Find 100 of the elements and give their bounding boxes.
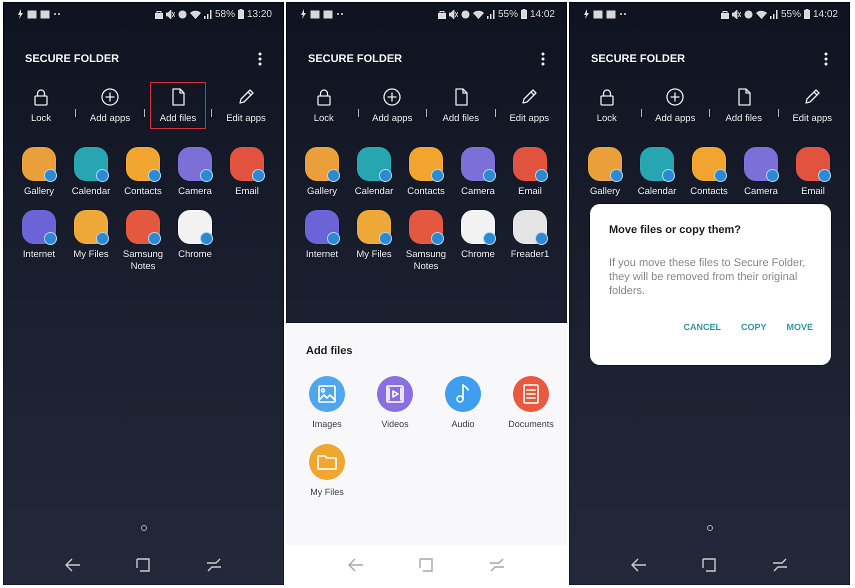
app-label: Contacts xyxy=(123,186,163,198)
charging-icon xyxy=(17,9,24,19)
clock-time: 14:02 xyxy=(812,8,838,20)
app-icon[interactable] xyxy=(178,210,212,244)
badge-icon xyxy=(44,232,57,245)
action-button[interactable]: Edit apps xyxy=(212,82,280,129)
app-icon[interactable] xyxy=(305,147,339,181)
app-icon[interactable] xyxy=(305,210,339,244)
app-icon[interactable] xyxy=(513,147,547,181)
app-icon[interactable] xyxy=(178,147,212,181)
app-label: Calendar xyxy=(636,186,678,198)
badge-icon xyxy=(148,232,161,245)
app-label: Calendar xyxy=(354,186,394,198)
action-button[interactable]: Lock xyxy=(290,82,358,129)
action-button[interactable]: Add files xyxy=(150,82,206,129)
clock-time: 13:20 xyxy=(246,8,272,20)
app-label: Gallery xyxy=(306,186,338,198)
badge-icon xyxy=(96,169,109,182)
file-type-label: Images xyxy=(312,419,342,429)
file-type-label: Documents xyxy=(508,419,554,429)
action-button[interactable]: Add files xyxy=(427,82,494,129)
action-button[interactable]: Lock xyxy=(7,82,75,129)
sheet-title: Add files xyxy=(305,344,354,357)
badge-icon xyxy=(327,232,340,245)
app-icon[interactable] xyxy=(74,210,108,244)
app-icon[interactable] xyxy=(126,147,160,181)
add-icon xyxy=(665,87,686,107)
badge-icon xyxy=(148,169,161,182)
back-icon[interactable] xyxy=(630,558,647,572)
app-icon[interactable] xyxy=(357,147,391,181)
recent-apps-icon[interactable] xyxy=(206,558,222,572)
app-label: Samsung Notes xyxy=(404,249,448,273)
mute-icon xyxy=(732,10,741,18)
app-label: Contacts xyxy=(406,186,446,198)
app-icon[interactable] xyxy=(22,147,56,181)
app-icon[interactable] xyxy=(744,147,778,181)
action-button[interactable]: Add apps xyxy=(358,82,426,129)
app-label: Internet xyxy=(22,249,56,261)
signal-icon xyxy=(204,10,212,18)
action-button[interactable]: Edit apps xyxy=(778,82,846,129)
app-icon[interactable] xyxy=(74,147,108,181)
app-icon[interactable] xyxy=(640,147,674,181)
action-button[interactable]: Add apps xyxy=(76,82,144,129)
app-icon[interactable] xyxy=(22,210,56,244)
app-icon[interactable] xyxy=(409,210,443,244)
mute-icon xyxy=(166,10,175,18)
home-icon[interactable] xyxy=(702,558,716,572)
app-icon[interactable] xyxy=(796,147,830,181)
badge-icon xyxy=(379,169,392,182)
wifi-icon xyxy=(472,10,484,18)
app-icon[interactable] xyxy=(588,147,622,181)
app-icon[interactable] xyxy=(461,210,495,244)
wifi-icon xyxy=(756,10,767,18)
app-icon[interactable] xyxy=(230,147,264,181)
page-indicator-icon xyxy=(706,525,712,531)
app-icon[interactable] xyxy=(357,210,391,244)
back-icon[interactable] xyxy=(64,558,81,572)
file-type-label: Audio xyxy=(451,419,475,429)
screen-title: SECURE FOLDER xyxy=(591,53,686,65)
document-icon[interactable] xyxy=(512,375,550,413)
app-icon[interactable] xyxy=(461,147,495,181)
app-icon[interactable] xyxy=(513,210,547,244)
app-label: Chrome xyxy=(177,249,213,261)
app-label: Email xyxy=(234,186,260,198)
app-icon[interactable] xyxy=(692,147,726,181)
badge-icon xyxy=(44,169,57,182)
charging-icon xyxy=(300,9,307,19)
app-icon[interactable] xyxy=(126,210,160,244)
recent-apps-icon[interactable] xyxy=(772,558,788,572)
badge-icon xyxy=(327,169,340,182)
more-options-icon[interactable] xyxy=(824,52,828,66)
badge-icon xyxy=(714,169,727,182)
battery-percentage: 55% xyxy=(498,8,518,20)
home-icon[interactable] xyxy=(136,558,150,572)
badge-icon xyxy=(662,169,675,182)
app-icon[interactable] xyxy=(409,147,443,181)
more-options-icon[interactable] xyxy=(258,52,262,66)
action-button[interactable]: Add apps xyxy=(642,82,709,129)
app-label: My Files xyxy=(355,249,393,261)
file-type-label: My Files xyxy=(310,487,344,497)
app-label: Camera xyxy=(177,186,213,198)
action-button[interactable]: Lock xyxy=(573,82,640,129)
action-button[interactable]: Edit apps xyxy=(496,82,563,129)
charging-icon xyxy=(583,9,590,19)
battery-percentage: 55% xyxy=(780,8,801,20)
badge-icon xyxy=(431,169,444,182)
app-label: Camera xyxy=(460,186,496,198)
more-options-icon[interactable] xyxy=(541,52,545,66)
dialog-title: Move files or copy them? xyxy=(609,224,742,236)
image-icon[interactable] xyxy=(308,375,346,413)
badge-icon xyxy=(535,169,548,182)
video-icon[interactable] xyxy=(376,375,414,413)
app-label: Email xyxy=(517,186,543,198)
music-note-icon[interactable] xyxy=(444,375,482,413)
action-button[interactable]: Add files xyxy=(710,82,778,129)
badge-icon xyxy=(483,232,496,245)
more-dots-icon xyxy=(53,12,61,16)
badge-icon xyxy=(379,232,392,245)
screen-title: SECURE FOLDER xyxy=(25,53,120,65)
badge-icon xyxy=(766,169,779,182)
